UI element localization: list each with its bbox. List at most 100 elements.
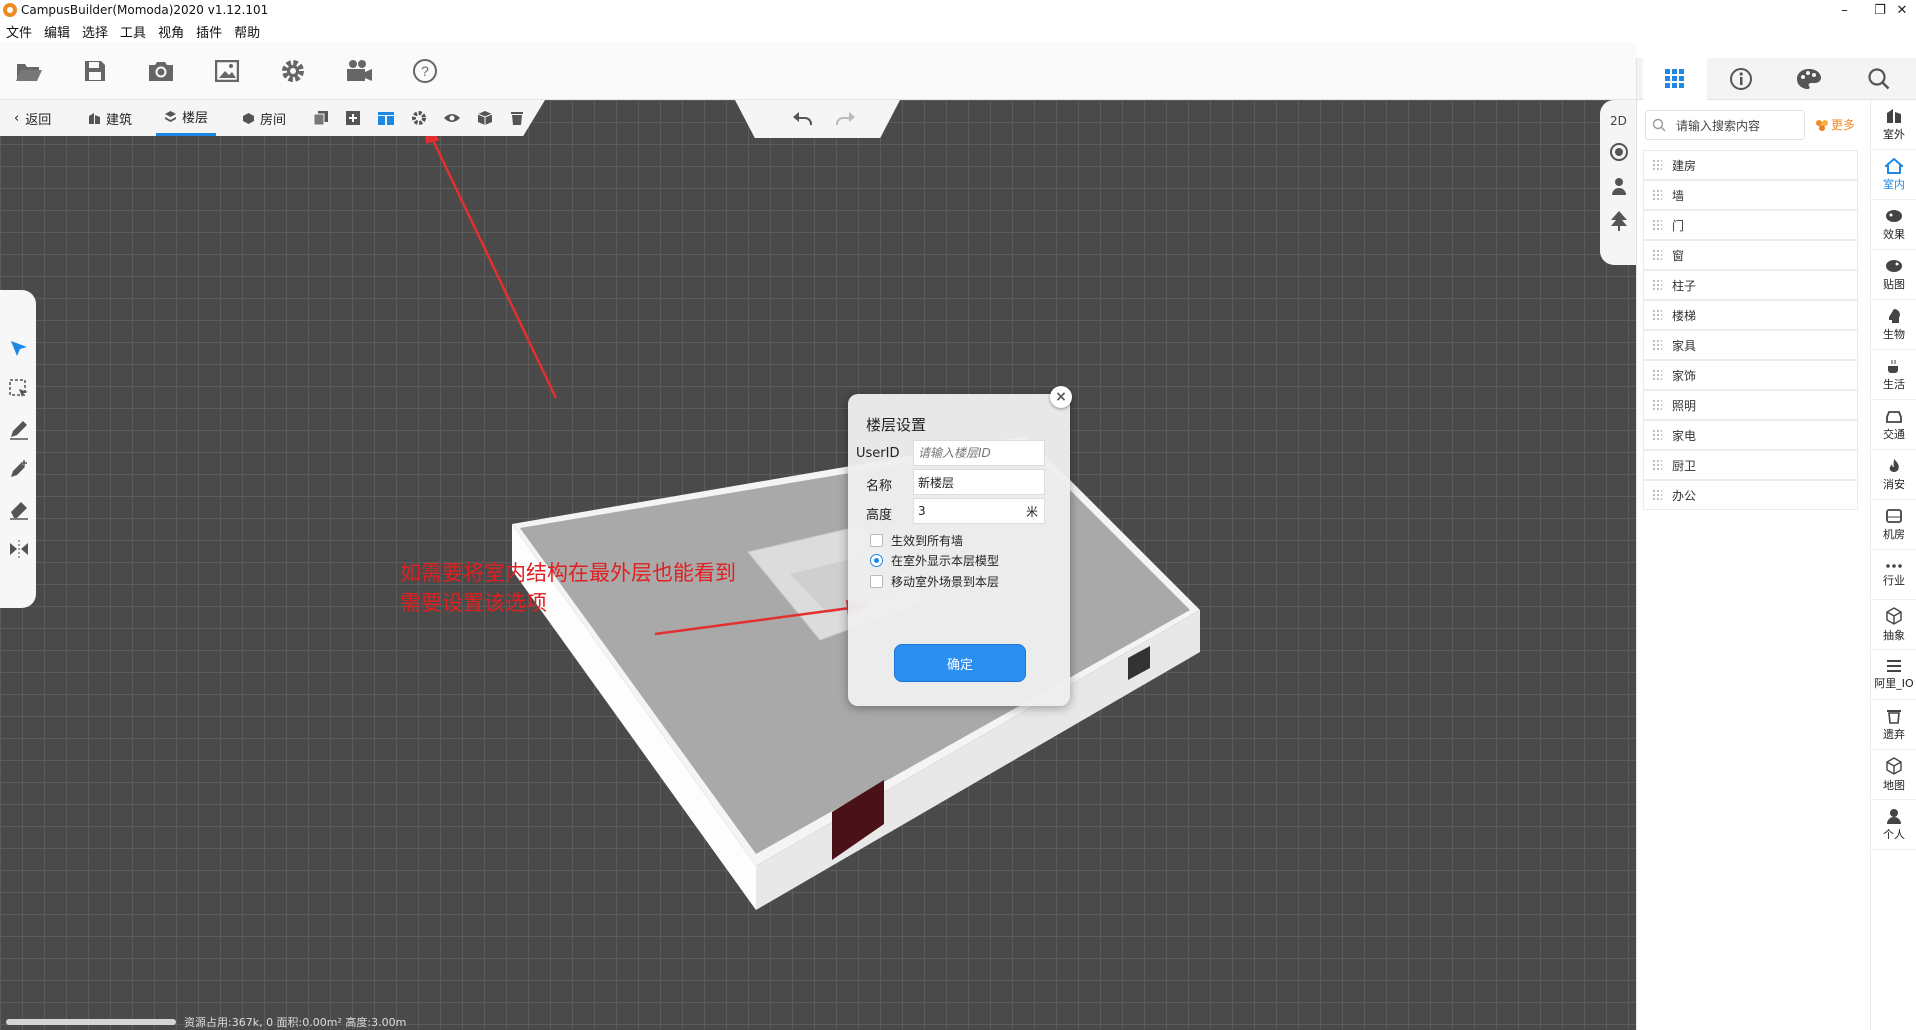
menu-plugins[interactable]: 插件: [190, 22, 228, 41]
person-view-icon[interactable]: [1609, 176, 1629, 200]
list-item[interactable]: 柱子: [1643, 270, 1858, 300]
category-indoor[interactable]: 室内: [1871, 150, 1916, 200]
tab-palette[interactable]: [1777, 58, 1841, 100]
more-button[interactable]: 更多: [1815, 116, 1855, 133]
list-item-label: 墙: [1672, 188, 1685, 203]
pen-icon[interactable]: [8, 418, 30, 440]
list-item[interactable]: 门: [1643, 210, 1858, 240]
mirror-icon[interactable]: [8, 538, 30, 560]
category-traffic[interactable]: 交通: [1871, 400, 1916, 450]
help-icon[interactable]: ?: [410, 56, 440, 86]
show-outdoor-radio[interactable]: 在室外显示本层模型: [870, 552, 999, 569]
list-item-label: 照明: [1672, 398, 1697, 413]
tab-building[interactable]: 建筑: [80, 100, 140, 136]
tab-search[interactable]: [1847, 58, 1911, 100]
minimize-button[interactable]: –: [1822, 0, 1867, 20]
category-creatures[interactable]: 生物: [1871, 300, 1916, 350]
copy-icon[interactable]: [312, 109, 330, 127]
box-select-icon[interactable]: [8, 378, 30, 400]
userid-input[interactable]: [913, 440, 1045, 466]
list-item[interactable]: 窗: [1643, 240, 1858, 270]
category-discarded[interactable]: 遗弃: [1871, 700, 1916, 750]
menu-edit[interactable]: 编辑: [38, 22, 76, 41]
category-ali-io[interactable]: 阿里_IO: [1871, 650, 1916, 700]
category-personal[interactable]: 个人: [1871, 800, 1916, 850]
list-item[interactable]: 办公: [1643, 480, 1858, 510]
eraser-icon[interactable]: [8, 498, 30, 520]
category-abstract[interactable]: 抽象: [1871, 600, 1916, 650]
eye-icon[interactable]: [443, 109, 461, 127]
menu-help[interactable]: 帮助: [228, 22, 266, 41]
list-item-label: 办公: [1672, 488, 1697, 503]
video-camera-icon[interactable]: [344, 56, 374, 86]
menu-select[interactable]: 选择: [76, 22, 114, 41]
floor-settings-window-icon[interactable]: [377, 109, 395, 127]
trash-icon: [1887, 709, 1901, 724]
category-fire-safety[interactable]: 消安: [1871, 450, 1916, 500]
tab-grid[interactable]: [1643, 58, 1707, 100]
person-icon: [1887, 808, 1901, 824]
drag-handle-icon: [1652, 459, 1662, 471]
show-outdoor-label: 在室外显示本层模型: [891, 554, 1000, 568]
gear-icon[interactable]: [278, 56, 308, 86]
redo-icon[interactable]: [835, 110, 857, 130]
list-item[interactable]: 家电: [1643, 420, 1858, 450]
move-scene-checkbox[interactable]: 移动室外场景到本层: [870, 573, 999, 590]
list-item[interactable]: 家具: [1643, 330, 1858, 360]
select-arrow-icon[interactable]: [8, 338, 30, 360]
category-texture[interactable]: 贴图: [1871, 250, 1916, 300]
list-item[interactable]: 照明: [1643, 390, 1858, 420]
add-floor-icon[interactable]: [344, 109, 362, 127]
list-item[interactable]: 家饰: [1643, 360, 1858, 390]
box-icon[interactable]: [476, 109, 494, 127]
car-icon: [1886, 410, 1902, 423]
drag-handle-icon: [1652, 399, 1662, 411]
category-effects[interactable]: 效果: [1871, 200, 1916, 250]
tab-room[interactable]: 房间: [234, 100, 294, 136]
more-icon: [1816, 119, 1828, 131]
category-map[interactable]: 地图: [1871, 750, 1916, 800]
menu-view[interactable]: 视角: [152, 22, 190, 41]
drag-handle-icon: [1652, 429, 1662, 441]
list-item-label: 建房: [1672, 158, 1697, 173]
texture-icon: [1886, 259, 1902, 272]
list-item[interactable]: 楼梯: [1643, 300, 1858, 330]
image-icon[interactable]: [212, 56, 242, 86]
menu-file[interactable]: 文件: [0, 22, 38, 41]
list-item[interactable]: 建房: [1643, 150, 1858, 180]
list-item[interactable]: 厨卫: [1643, 450, 1858, 480]
undo-icon[interactable]: [791, 110, 813, 130]
home-icon: [1885, 157, 1903, 174]
apply-all-walls-checkbox[interactable]: 生效到所有墙: [870, 532, 963, 549]
view-2d-button[interactable]: 2D: [1610, 114, 1627, 128]
head-icon: [1889, 308, 1900, 323]
annotation-line-1: 如需要将室内结构在最外层也能看到: [400, 561, 736, 585]
camera-icon[interactable]: [146, 56, 176, 86]
list-item[interactable]: 墙: [1643, 180, 1858, 210]
category-industry[interactable]: 行业: [1871, 550, 1916, 600]
category-label: 机房: [1883, 527, 1905, 541]
category-life[interactable]: 生活: [1871, 350, 1916, 400]
height-input[interactable]: 3 米: [913, 498, 1045, 524]
save-icon[interactable]: [80, 56, 110, 86]
tab-info[interactable]: [1709, 58, 1773, 100]
confirm-button[interactable]: 确定: [894, 644, 1026, 682]
gear-small-icon[interactable]: [410, 109, 428, 127]
category-server-room[interactable]: 机房: [1871, 500, 1916, 550]
back-button[interactable]: ‹ 返回: [6, 100, 59, 136]
folder-open-icon[interactable]: [14, 56, 44, 86]
category-outdoor[interactable]: 室外: [1871, 100, 1916, 150]
menu-tools[interactable]: 工具: [114, 22, 152, 41]
dialog-close-button[interactable]: ×: [1050, 386, 1072, 408]
search-input[interactable]: 请输入搜索内容: [1645, 110, 1805, 140]
tree-view-icon[interactable]: [1609, 210, 1629, 236]
tab-floor[interactable]: 楼层: [156, 100, 217, 136]
drag-handle-icon: [1652, 219, 1662, 231]
close-window-button[interactable]: ✕: [1888, 0, 1916, 20]
pen-add-icon[interactable]: [8, 458, 30, 480]
name-input[interactable]: 新楼层: [913, 469, 1045, 495]
view-orbit-icon[interactable]: [1609, 142, 1629, 166]
trash-icon[interactable]: [508, 109, 526, 127]
3d-viewport[interactable]: [0, 100, 1636, 1030]
svg-text:?: ?: [421, 63, 429, 79]
